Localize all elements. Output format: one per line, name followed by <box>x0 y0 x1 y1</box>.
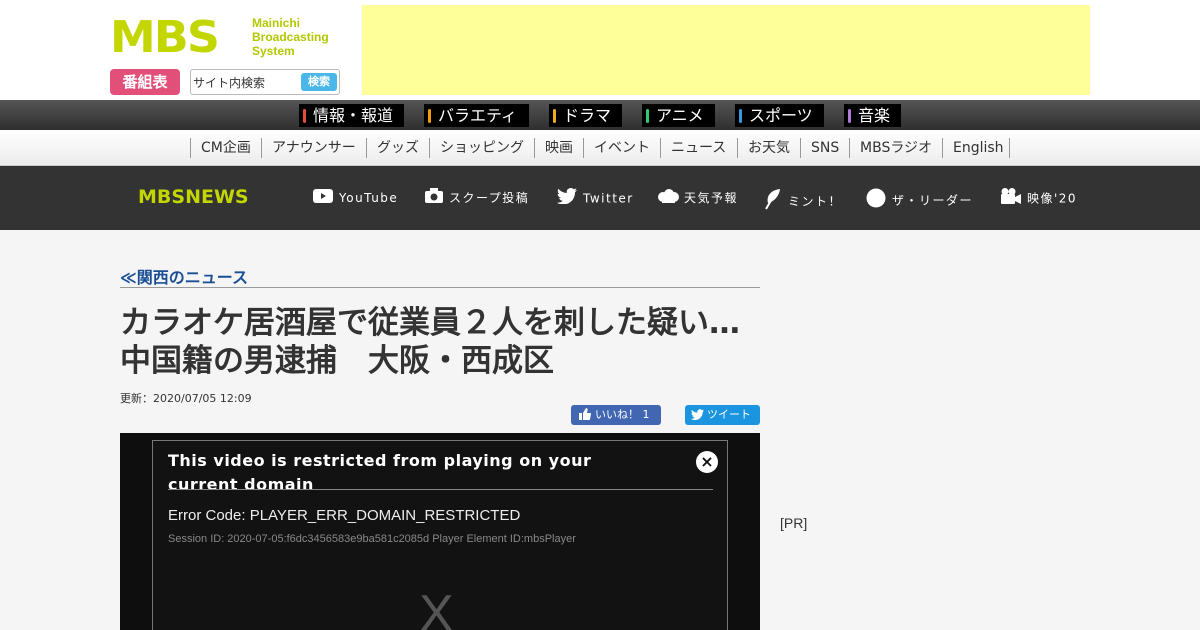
site-header: MBS Mainichi Broadcasting System 番組表 検索 <box>0 0 1200 100</box>
mbs-logo[interactable]: MBS Mainichi Broadcasting System <box>110 14 340 62</box>
news-item-label: YouTube <box>339 191 399 205</box>
genre-anime[interactable]: アニメ <box>642 104 715 127</box>
subnav-news[interactable]: ニュース <box>660 138 736 158</box>
subnav-radio[interactable]: MBSラジオ <box>849 138 942 158</box>
subnav-sns[interactable]: SNS <box>800 138 849 158</box>
updated-timestamp: 更新：2020/07/05 12:09 <box>120 392 252 405</box>
news-scoop[interactable]: スクープ投稿 <box>425 188 529 208</box>
video-camera-icon <box>1001 188 1021 210</box>
error-session-id: Session ID: 2020-07-05:f6dc3456583e9ba58… <box>168 533 576 545</box>
site-search: 検索 <box>190 69 340 95</box>
twitter-bird-icon <box>691 407 704 427</box>
logo-sub-line-1: Mainichi <box>252 16 301 30</box>
search-button[interactable]: 検索 <box>301 73 337 91</box>
subnav-weather[interactable]: お天気 <box>737 138 800 158</box>
genre-sports[interactable]: スポーツ <box>735 104 824 127</box>
like-label: いいね！ 1 <box>595 408 650 421</box>
tweet-button[interactable]: ツイート <box>685 405 760 425</box>
close-icon[interactable]: × <box>696 451 718 473</box>
genre-label: バラエティ <box>438 106 518 125</box>
news-item-label: ザ・リーダー <box>892 193 974 208</box>
genre-news[interactable]: 情報・報道 <box>299 104 404 127</box>
news-leader[interactable]: ザ・リーダー <box>866 188 973 208</box>
logo-subtitle: Mainichi Broadcasting System <box>252 16 329 58</box>
subnav-english[interactable]: English <box>942 138 1014 158</box>
news-item-label: 天気予報 <box>684 191 739 205</box>
genre-music[interactable]: 音楽 <box>844 104 901 127</box>
genre-variety[interactable]: バラエティ <box>424 104 529 127</box>
news-twitter[interactable]: Twitter <box>557 188 634 208</box>
news-item-label: ミント！ <box>788 194 843 209</box>
genre-label: 音楽 <box>858 106 891 125</box>
genre-marker <box>303 109 306 123</box>
subnav-event[interactable]: イベント <box>583 138 660 158</box>
error-dialog: This video is restricted from playing on… <box>152 440 728 630</box>
error-divider <box>168 489 713 490</box>
search-input[interactable] <box>193 72 297 92</box>
camera-icon <box>425 188 443 209</box>
subnav-divider <box>1009 138 1010 158</box>
video-player[interactable]: This video is restricted from playing on… <box>120 433 760 630</box>
program-guide-button[interactable]: 番組表 <box>110 69 180 95</box>
genre-label: スポーツ <box>749 106 813 125</box>
thumbs-up-icon <box>579 407 592 427</box>
genre-label: ドラマ <box>563 106 612 125</box>
divider <box>120 287 760 288</box>
news-item-label: Twitter <box>583 191 634 206</box>
subnav-cm[interactable]: CM企画 <box>190 138 261 158</box>
back-to-kansai-news-link[interactable]: ≪関西のニュース <box>120 264 248 288</box>
ad-banner[interactable] <box>362 5 1090 95</box>
subnav-movie[interactable]: 映画 <box>534 138 583 158</box>
pr-label: [PR] <box>780 515 808 531</box>
twitter-icon <box>557 188 577 210</box>
tweet-label: ツイート <box>707 408 751 421</box>
leaf-icon <box>764 188 782 216</box>
news-youtube[interactable]: YouTube <box>313 188 398 208</box>
sub-nav: CM企画 アナウンサー グッズ ショッピング 映画 イベント ニュース お天気 … <box>0 130 1200 166</box>
logo-sub-line-2: Broadcasting <box>252 30 329 44</box>
news-item-label: スクープ投稿 <box>449 191 530 205</box>
youtube-icon <box>313 188 333 209</box>
cloud-icon <box>656 188 680 209</box>
mbs-news-logo[interactable]: MBSNEWS <box>138 186 249 208</box>
error-x-mark: X <box>419 585 454 630</box>
genre-marker <box>646 109 649 123</box>
genre-nav: 情報・報道 バラエティ ドラマ アニメ スポーツ 音楽 <box>0 100 1200 130</box>
genre-marker <box>553 109 556 123</box>
subnav-shopping[interactable]: ショッピング <box>429 138 534 158</box>
news-mint[interactable]: ミント！ <box>764 188 843 210</box>
genre-marker <box>428 109 431 123</box>
news-bar: MBSNEWS YouTube スクープ投稿 Twitter 天気予報 ミント！… <box>0 166 1200 230</box>
genre-label: 情報・報道 <box>313 106 394 125</box>
news-item-label: 映像'20 <box>1027 191 1078 206</box>
logo-mark: MBS <box>110 11 220 63</box>
genre-marker <box>739 109 742 123</box>
article-title: カラオケ居酒屋で従業員２人を刺した疑い…中国籍の男逮捕 大阪・西成区 <box>120 305 740 379</box>
subnav-goods[interactable]: グッズ <box>366 138 429 158</box>
subnav-announcer[interactable]: アナウンサー <box>261 138 366 158</box>
genre-marker <box>848 109 851 123</box>
circle-icon <box>866 188 886 214</box>
error-code: Error Code: PLAYER_ERR_DOMAIN_RESTRICTED <box>168 507 521 524</box>
facebook-like-button[interactable]: いいね！ 1 <box>571 405 661 425</box>
news-weather[interactable]: 天気予報 <box>656 188 738 208</box>
logo-sub-line-3: System <box>252 44 295 58</box>
news-eizo[interactable]: 映像'20 <box>1001 188 1077 208</box>
genre-drama[interactable]: ドラマ <box>549 104 622 127</box>
genre-label: アニメ <box>656 106 704 125</box>
